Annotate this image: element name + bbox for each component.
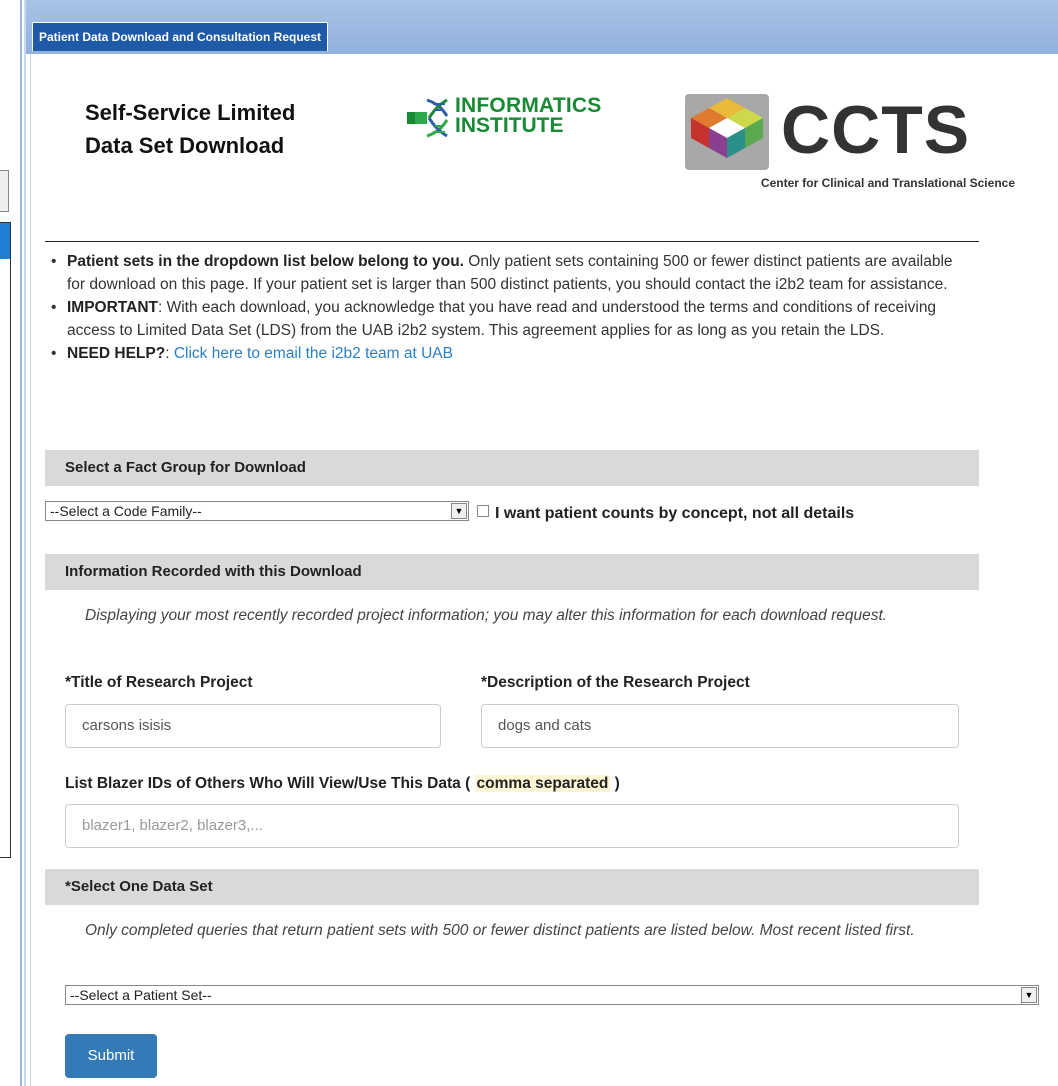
ccts-subtitle: Center for Clinical and Translational Sc…: [760, 176, 1015, 190]
hexagon-icon: [691, 98, 763, 158]
list-item-text: : With each download, you acknowledge th…: [67, 299, 937, 339]
blazer-ids-label: List Blazer IDs of Others Who Will View/…: [65, 775, 620, 793]
list-item: • Patient sets in the dropdown list below…: [49, 250, 969, 296]
header-divider: [45, 241, 979, 242]
title-input[interactable]: carsons isisis: [65, 704, 441, 748]
info-note: Displaying your most recently recorded p…: [85, 607, 888, 624]
main-content: Self-Service Limited Data Set Download I…: [30, 54, 1058, 1086]
dropdown-arrow-icon: ▼: [451, 503, 467, 519]
tab-bar: Patient Data Download and Consultation R…: [26, 0, 1058, 54]
code-family-select-value: --Select a Code Family--: [50, 503, 202, 519]
page-title-line2: Data Set Download: [85, 133, 285, 158]
list-item: • IMPORTANT: With each download, you ackn…: [49, 296, 969, 342]
list-item-text: :: [165, 345, 174, 362]
dna-icon: [407, 98, 449, 138]
ccts-logo: CCTS Center for Clinical and Translation…: [685, 92, 1025, 204]
comma-separated-hint: comma separated: [474, 775, 611, 792]
tab-patient-data-download[interactable]: Patient Data Download and Consultation R…: [32, 22, 329, 51]
page-title-line1: Self-Service Limited: [85, 100, 296, 125]
patient-counts-checkbox[interactable]: [477, 505, 489, 517]
dropdown-arrow-icon: ▼: [1021, 987, 1037, 1003]
instructions-list: • Patient sets in the dropdown list below…: [49, 250, 969, 365]
blazer-label-text: List Blazer IDs of Others Who Will View/…: [65, 775, 475, 792]
list-item-bold: NEED HELP?: [67, 345, 166, 362]
bullet-icon: •: [51, 253, 57, 270]
description-label: *Description of the Research Project: [481, 674, 750, 691]
dataset-section-header: *Select One Data Set: [45, 869, 979, 905]
institute-text: INSTITUTE: [455, 114, 564, 137]
ccts-emblem: [685, 94, 769, 170]
email-help-link[interactable]: Click here to email the i2b2 team at UAB: [174, 345, 453, 362]
divider: [20, 0, 22, 1086]
blazer-ids-input[interactable]: blazer1, blazer2, blazer3,...: [65, 804, 959, 848]
description-input[interactable]: dogs and cats: [481, 704, 959, 748]
dataset-note: Only completed queries that return patie…: [85, 922, 915, 939]
patient-set-select[interactable]: --Select a Patient Set-- ▼: [65, 985, 1039, 1005]
left-panel-selection: [0, 223, 10, 259]
ccts-wordmark: CCTS: [781, 92, 971, 168]
title-label: *Title of Research Project: [65, 674, 253, 691]
page-title: Self-Service Limited Data Set Download: [85, 96, 375, 162]
informatics-institute-logo: INFORMATICS INSTITUTE: [407, 94, 617, 154]
list-item-bold: IMPORTANT: [67, 299, 158, 316]
submit-button[interactable]: Submit: [65, 1034, 157, 1078]
fact-group-section-header: Select a Fact Group for Download: [45, 450, 979, 486]
bullet-icon: •: [51, 299, 57, 316]
blazer-label-close: ): [610, 775, 620, 792]
left-panel-handle: [0, 170, 9, 212]
left-panel: [0, 222, 11, 858]
bullet-icon: •: [51, 345, 57, 362]
list-item: • NEED HELP?: Click here to email the i2b…: [49, 342, 969, 365]
patient-set-select-value: --Select a Patient Set--: [70, 987, 212, 1003]
window: Patient Data Download and Consultation R…: [26, 0, 1058, 1086]
patient-counts-checkbox-label[interactable]: I want patient counts by concept, not al…: [495, 505, 854, 523]
info-section-header: Information Recorded with this Download: [45, 554, 979, 590]
code-family-select[interactable]: --Select a Code Family-- ▼: [45, 501, 469, 521]
list-item-bold: Patient sets in the dropdown list below …: [67, 253, 464, 270]
